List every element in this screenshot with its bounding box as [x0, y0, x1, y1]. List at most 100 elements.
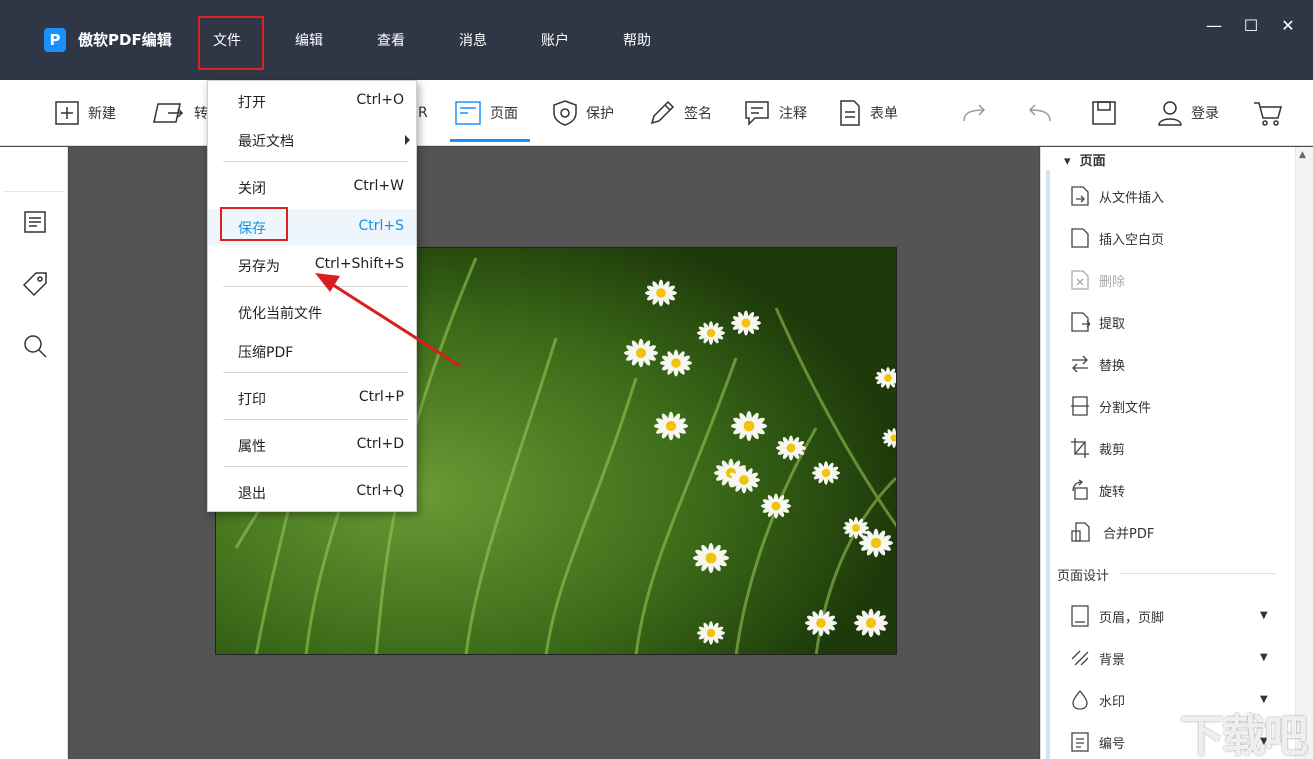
menu-item-label: 另存为: [238, 259, 280, 275]
right-panel-scrollbar[interactable]: [1295, 147, 1313, 759]
thumbnails-icon[interactable]: [22, 209, 48, 235]
page-panel-title: 页面: [1079, 154, 1106, 169]
close-icon[interactable]: ✕: [1278, 16, 1298, 36]
crop-label: 裁剪: [1099, 442, 1126, 458]
file-menu-highlight-box: [198, 16, 264, 70]
undo-button[interactable]: [1024, 98, 1054, 128]
protect-label: 保护: [586, 106, 614, 122]
cart-icon: [1254, 102, 1282, 126]
title-bar: P 傲软PDF编辑 文件 编辑 查看 消息 账户 帮助 — ☐ ✕: [0, 0, 1313, 80]
rotate-button[interactable]: 旋转: [1070, 479, 1125, 501]
menu-item-save-as[interactable]: 另存为 Ctrl+Shift+S: [208, 250, 416, 280]
bookmark-tag-icon[interactable]: [22, 271, 48, 297]
new-icon: [55, 101, 79, 125]
background-button[interactable]: 背景: [1070, 647, 1125, 669]
page-panel-header[interactable]: ▾ 页面: [1064, 150, 1106, 169]
ocr-button[interactable]: R: [418, 98, 428, 128]
rotate-icon: [1072, 479, 1088, 500]
menu-item-shortcut: Ctrl+D: [356, 436, 404, 452]
split-file-label: 分割文件: [1099, 400, 1152, 416]
ocr-label: R: [418, 105, 428, 121]
menu-separator: [223, 419, 408, 420]
insert-blank-page-button[interactable]: 插入空白页: [1070, 227, 1164, 249]
crop-button[interactable]: 裁剪: [1070, 437, 1125, 459]
split-file-button[interactable]: 分割文件: [1070, 395, 1151, 417]
form-button[interactable]: 表单: [838, 98, 898, 128]
app-name: 傲软PDF编辑: [78, 31, 172, 49]
convert-button[interactable]: 转: [150, 98, 208, 128]
menu-item-compress-pdf[interactable]: 压缩PDF: [208, 336, 416, 366]
menu-view[interactable]: 查看: [377, 30, 405, 50]
menu-edit[interactable]: 编辑: [295, 30, 323, 50]
page-button[interactable]: 页面: [454, 98, 518, 128]
delete-page-button[interactable]: 删除: [1070, 269, 1125, 291]
scroll-up-icon[interactable]: ▲: [1299, 150, 1306, 160]
app-window: P 傲软PDF编辑 文件 编辑 查看 消息 账户 帮助 — ☐ ✕ 新建 转 R…: [0, 0, 1313, 759]
insert-blank-page-label: 插入空白页: [1099, 232, 1165, 248]
crop-icon: [1071, 438, 1089, 458]
menu-item-shortcut: Ctrl+S: [358, 218, 404, 234]
menu-item-label: 优化当前文件: [238, 306, 322, 322]
form-label: 表单: [870, 106, 898, 122]
replace-icon: [1072, 355, 1088, 373]
menu-separator: [223, 161, 408, 162]
background-dropdown-icon[interactable]: ▼: [1260, 652, 1268, 663]
redo-button[interactable]: [960, 98, 990, 128]
header-footer-label: 页眉，页脚: [1099, 610, 1165, 626]
menu-item-label: 退出: [238, 486, 266, 502]
menu-item-shortcut: Ctrl+W: [353, 178, 404, 194]
header-footer-button[interactable]: 页眉，页脚: [1070, 605, 1164, 627]
pen-icon: [650, 100, 675, 125]
menu-item-label: 压缩PDF: [238, 345, 294, 361]
menu-item-properties[interactable]: 属性 Ctrl+D: [208, 430, 416, 460]
menu-separator: [223, 286, 408, 287]
menu-item-optimize[interactable]: 优化当前文件: [208, 297, 416, 327]
save-toolbar-button[interactable]: [1090, 98, 1118, 128]
redo-icon: [963, 104, 986, 122]
numbering-button[interactable]: 编号: [1070, 731, 1125, 753]
section-divider: [1120, 573, 1276, 574]
replace-page-button[interactable]: 替换: [1070, 353, 1125, 375]
convert-icon: [153, 103, 184, 123]
menu-item-exit[interactable]: 退出 Ctrl+Q: [208, 477, 416, 507]
insert-from-file-button[interactable]: 从文件插入: [1070, 185, 1164, 207]
minimize-icon[interactable]: —: [1204, 16, 1224, 36]
new-button[interactable]: 新建: [54, 98, 116, 128]
menu-item-print[interactable]: 打印 Ctrl+P: [208, 383, 416, 413]
menu-separator: [223, 372, 408, 373]
comment-button[interactable]: 注释: [743, 98, 807, 128]
menu-item-recent-docs[interactable]: 最近文档: [208, 125, 416, 155]
collapse-caret-icon: ▾: [1064, 154, 1080, 169]
menu-item-shortcut: Ctrl+Shift+S: [314, 256, 404, 272]
shield-icon: [553, 100, 577, 126]
numbering-icon: [1071, 732, 1089, 752]
comment-icon: [745, 101, 769, 126]
cart-button[interactable]: [1252, 98, 1284, 128]
search-icon[interactable]: [22, 333, 48, 359]
extract-page-button[interactable]: 提取: [1070, 311, 1125, 333]
menu-item-open[interactable]: 打开 Ctrl+O: [208, 86, 416, 116]
menu-help[interactable]: 帮助: [623, 30, 651, 50]
header-footer-dropdown-icon[interactable]: ▼: [1260, 610, 1268, 621]
background-icon: [1071, 650, 1089, 666]
insert-file-icon: [1071, 186, 1089, 206]
watermark-button[interactable]: 水印: [1070, 689, 1125, 711]
menu-messages[interactable]: 消息: [459, 30, 487, 50]
extract-page-label: 提取: [1099, 316, 1126, 332]
merge-pdf-button[interactable]: 合并PDF: [1070, 521, 1154, 543]
delete-page-icon: [1071, 270, 1089, 290]
protect-button[interactable]: 保护: [552, 98, 614, 128]
save-item-highlight-box: [220, 207, 288, 241]
maximize-icon[interactable]: ☐: [1241, 16, 1261, 36]
sign-button[interactable]: 签名: [648, 98, 712, 128]
menu-account[interactable]: 账户: [541, 30, 569, 50]
app-logo-icon: P: [44, 28, 66, 52]
insert-from-file-label: 从文件插入: [1099, 190, 1165, 206]
watermark-label: 水印: [1099, 694, 1126, 710]
login-button[interactable]: 登录: [1157, 98, 1219, 128]
left-sidebar: [0, 147, 68, 759]
menu-item-label: 打印: [238, 392, 266, 408]
menu-item-label: 属性: [238, 439, 266, 455]
menu-item-close[interactable]: 关闭 Ctrl+W: [208, 172, 416, 202]
submenu-arrow-icon: [405, 135, 410, 145]
